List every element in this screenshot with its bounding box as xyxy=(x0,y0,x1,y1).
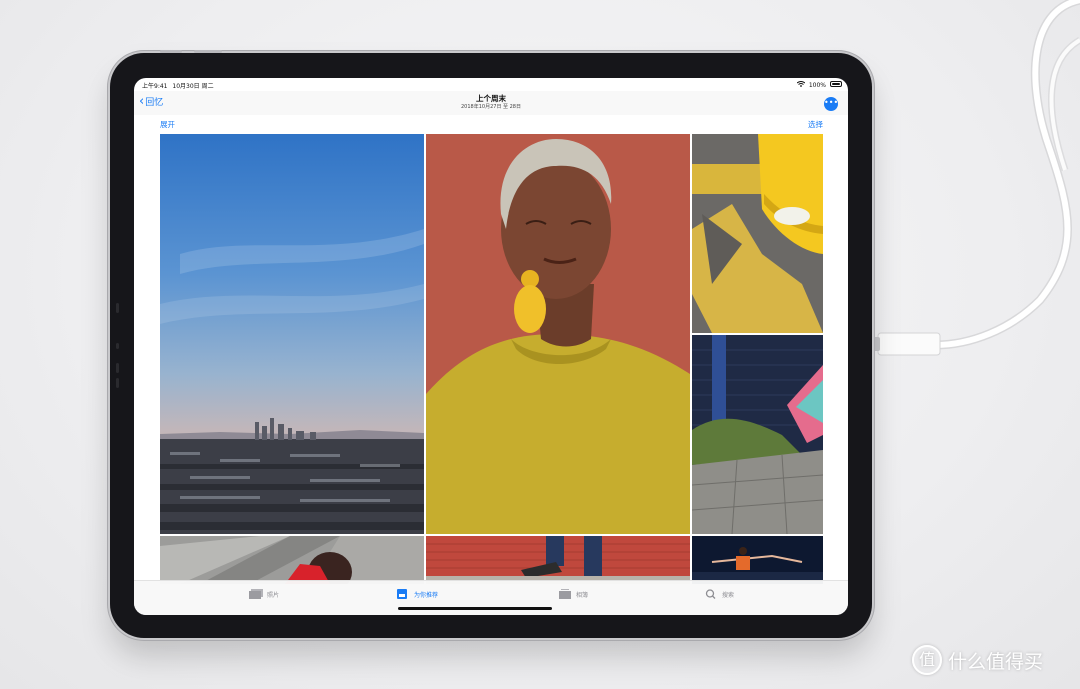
photo-city-dusk[interactable] xyxy=(160,134,424,534)
tab-label: 搜索 xyxy=(722,591,735,599)
status-time: 上午9:41 10月30日 周二 xyxy=(142,81,214,90)
site-watermark: 值 什么值得买 xyxy=(912,645,1043,675)
photo-brick-wall[interactable] xyxy=(692,335,823,534)
wifi-icon xyxy=(796,81,806,89)
tab-label: 为你推荐 xyxy=(414,591,439,599)
expand-button[interactable]: 展开 xyxy=(160,119,175,130)
photos-icon xyxy=(249,589,263,599)
tab-albums[interactable]: 相簿 xyxy=(558,587,588,601)
watermark-text: 什么值得买 xyxy=(948,650,1044,673)
more-button[interactable]: ••• xyxy=(824,97,838,111)
status-bar: 上午9:41 10月30日 周二 100% xyxy=(134,78,848,92)
home-indicator xyxy=(398,607,552,610)
side-sensor xyxy=(116,303,119,313)
ellipsis-icon: ••• xyxy=(824,98,839,107)
status-date-text: 10月30日 周二 xyxy=(172,83,214,90)
tab-label: 照片 xyxy=(267,591,280,599)
tab-label: 相簿 xyxy=(576,591,589,599)
tab-bar: 照片 为你推荐 相簿 搜索 xyxy=(134,580,848,615)
albums-icon xyxy=(558,589,572,599)
ipad-device: 上午9:41 10月30日 周二 100% ‹ 回忆 上个周末 2018年10月… xyxy=(110,50,872,638)
ipad-screen: 上午9:41 10月30日 周二 100% ‹ 回忆 上个周末 2018年10月… xyxy=(134,78,848,615)
photo-yellow-car[interactable] xyxy=(692,134,823,333)
battery-icon xyxy=(830,81,842,87)
photo-portrait[interactable] xyxy=(426,134,690,534)
photo-grid xyxy=(160,134,823,584)
product-scene: 上午9:41 10月30日 周二 100% ‹ 回忆 上个周末 2018年10月… xyxy=(0,0,1080,689)
status-time-text: 上午9:41 xyxy=(142,83,168,90)
select-button[interactable]: 选择 xyxy=(808,119,823,130)
battery-percent: 100% xyxy=(808,81,826,89)
side-sensor xyxy=(116,343,119,349)
top-button xyxy=(194,50,222,53)
side-sensor xyxy=(116,378,119,388)
photo-dancer[interactable] xyxy=(692,536,823,584)
photo-stairs[interactable] xyxy=(160,536,424,584)
tab-photos[interactable]: 照片 xyxy=(249,587,279,601)
tab-search[interactable]: 搜索 xyxy=(704,587,734,601)
navigation-bar: ‹ 回忆 上个周末 2018年10月27日 至 28日 ••• xyxy=(134,91,848,115)
tab-for-you[interactable]: 为你推荐 xyxy=(396,587,438,601)
watermark-logo: 值 xyxy=(912,645,942,675)
status-right: 100% xyxy=(796,81,826,89)
actions-row: 展开 选择 xyxy=(134,115,848,135)
page-subtitle: 2018年10月27日 至 28日 xyxy=(461,104,521,110)
photo-red-wall[interactable] xyxy=(426,536,690,584)
top-button xyxy=(160,50,182,53)
side-sensor xyxy=(116,363,119,373)
search-icon xyxy=(704,589,718,599)
for-you-icon xyxy=(396,589,410,599)
